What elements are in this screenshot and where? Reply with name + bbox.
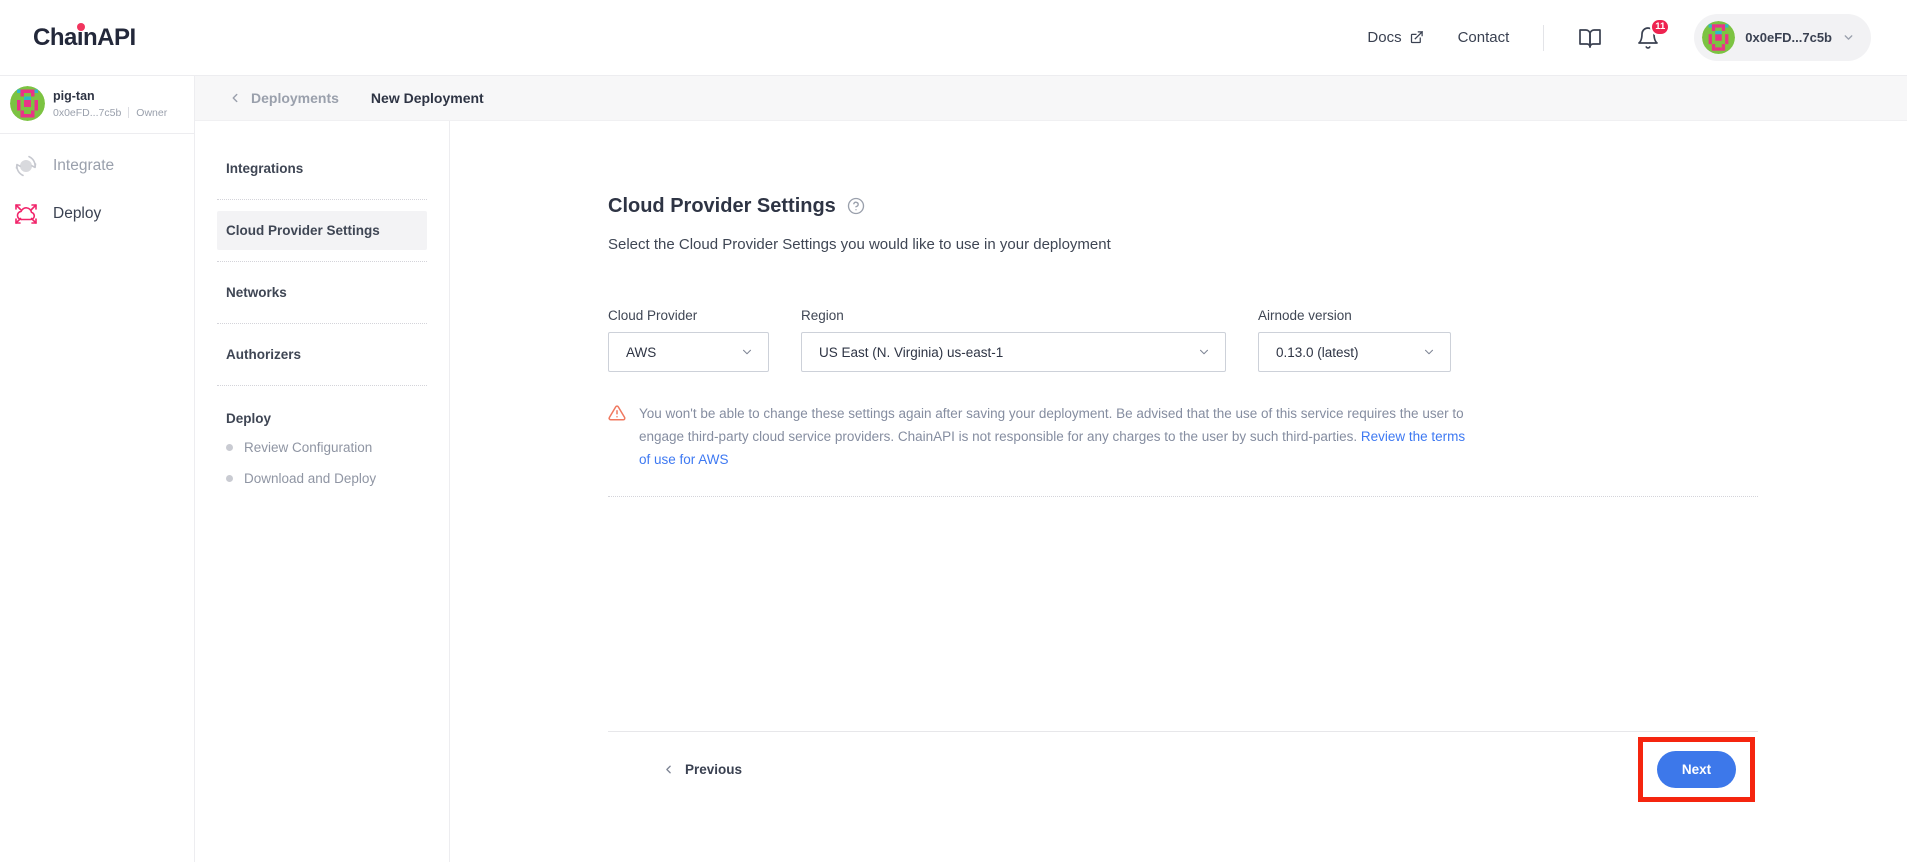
- chainapi-logo[interactable]: ChainAPI: [33, 24, 136, 52]
- airnode-version-field: Airnode version 0.13.0 (latest): [1258, 308, 1451, 372]
- breadcrumb-back-link[interactable]: Deployments: [228, 90, 339, 106]
- workspace-role: Owner: [136, 107, 167, 119]
- content-area: Integrations Cloud Provider Settings Net…: [195, 121, 1907, 862]
- docs-link[interactable]: Docs: [1367, 29, 1423, 46]
- breadcrumb-back-label: Deployments: [251, 90, 339, 106]
- step-sub-label: Download and Deploy: [244, 471, 376, 486]
- account-avatar: [1702, 21, 1735, 54]
- step-download-and-deploy[interactable]: Download and Deploy: [217, 463, 427, 494]
- subline-divider: [128, 107, 129, 118]
- step-separator: [217, 385, 427, 386]
- content-spacer: [608, 497, 1758, 731]
- step-networks[interactable]: Networks: [217, 273, 427, 312]
- step-separator: [217, 199, 427, 200]
- docs-label: Docs: [1367, 29, 1401, 46]
- workspace-wallet-address: 0x0eFD...7c5b: [53, 107, 121, 119]
- next-button[interactable]: Next: [1657, 751, 1736, 788]
- deployment-step-nav: Integrations Cloud Provider Settings Net…: [195, 121, 450, 862]
- step-review-configuration[interactable]: Review Configuration: [217, 432, 427, 463]
- chevron-left-icon: [662, 763, 675, 776]
- right-column: Deployments New Deployment Integrations …: [195, 76, 1907, 862]
- airnode-version-select[interactable]: 0.13.0 (latest): [1258, 332, 1451, 372]
- app-frame: pig-tan 0x0eFD...7c5b Owner: [0, 76, 1907, 862]
- step-separator: [217, 323, 427, 324]
- step-separator: [217, 261, 427, 262]
- chevron-down-icon: [1842, 31, 1855, 44]
- cloud-provider-select[interactable]: AWS: [608, 332, 769, 372]
- step-integrations[interactable]: Integrations: [217, 149, 427, 188]
- alert-triangle-icon: [608, 402, 626, 471]
- breadcrumb: Deployments New Deployment: [195, 76, 1907, 121]
- region-label: Region: [801, 308, 1226, 323]
- chevron-down-icon: [740, 345, 754, 359]
- cloud-provider-label: Cloud Provider: [608, 308, 769, 323]
- bullet-icon: [226, 475, 233, 482]
- chevron-down-icon: [1422, 345, 1436, 359]
- previous-label: Previous: [685, 762, 742, 777]
- step-authorizers[interactable]: Authorizers: [217, 335, 427, 374]
- cloud-provider-value: AWS: [626, 345, 656, 360]
- section-title: Cloud Provider Settings: [608, 195, 836, 218]
- step-section-deploy: Deploy: [217, 397, 427, 432]
- notification-badge: 11: [1650, 18, 1670, 36]
- deploy-cloud-icon: [12, 200, 40, 228]
- contact-link[interactable]: Contact: [1458, 29, 1510, 46]
- contact-label: Contact: [1458, 29, 1510, 46]
- region-field: Region US East (N. Virginia) us-east-1: [801, 308, 1226, 372]
- sidebar-item-integrate[interactable]: Integrate: [0, 142, 194, 190]
- logo-dot: [77, 23, 85, 31]
- cloud-provider-field: Cloud Provider AWS: [608, 308, 769, 372]
- integrate-sync-icon: [12, 152, 40, 180]
- workspace-meta: pig-tan 0x0eFD...7c5b Owner: [53, 86, 167, 121]
- account-menu[interactable]: 0x0eFD...7c5b: [1694, 14, 1871, 61]
- sidebar-item-deploy[interactable]: Deploy: [0, 190, 194, 238]
- cloud-settings-warning: You won't be able to change these settin…: [608, 402, 1758, 471]
- help-circle-icon[interactable]: [847, 197, 865, 215]
- workspace-avatar: [10, 86, 45, 121]
- chevron-left-icon: [228, 91, 242, 105]
- annotation-highlight-box: Next: [1638, 737, 1755, 802]
- airnode-version-value: 0.13.0 (latest): [1276, 345, 1359, 360]
- region-select[interactable]: US East (N. Virginia) us-east-1: [801, 332, 1226, 372]
- wallet-address: 0x0eFD...7c5b: [1745, 30, 1832, 45]
- workspace-name: pig-tan: [53, 89, 167, 103]
- region-value: US East (N. Virginia) us-east-1: [819, 345, 1003, 360]
- docs-book-button[interactable]: [1578, 26, 1602, 50]
- chevron-down-icon: [1197, 345, 1211, 359]
- external-link-icon: [1409, 30, 1424, 45]
- section-subtitle: Select the Cloud Provider Settings you w…: [608, 236, 1758, 258]
- header-divider: [1543, 25, 1544, 51]
- wizard-footer: Previous Next: [608, 731, 1758, 802]
- step-sub-label: Review Configuration: [244, 440, 372, 455]
- bullet-icon: [226, 444, 233, 451]
- notifications-button[interactable]: 11: [1636, 26, 1660, 50]
- cloud-settings-form: Cloud Provider AWS Region US E: [608, 308, 1758, 372]
- warning-text: You won't be able to change these settin…: [639, 402, 1469, 471]
- main-panel: Cloud Provider Settings Select the Cloud…: [450, 121, 1907, 862]
- sidebar-item-label: Deploy: [53, 205, 101, 223]
- top-header: ChainAPI Docs Contact: [0, 0, 1907, 76]
- step-cloud-provider-settings[interactable]: Cloud Provider Settings: [217, 211, 427, 250]
- workspace-sidebar: pig-tan 0x0eFD...7c5b Owner: [0, 76, 195, 862]
- airnode-version-label: Airnode version: [1258, 308, 1451, 323]
- page-title: New Deployment: [371, 90, 484, 106]
- book-icon: [1578, 26, 1602, 50]
- previous-button[interactable]: Previous: [662, 762, 742, 777]
- header-nav: Docs Contact: [1367, 14, 1871, 61]
- workspace-subline: 0x0eFD...7c5b Owner: [53, 107, 167, 119]
- workspace-card[interactable]: pig-tan 0x0eFD...7c5b Owner: [0, 76, 194, 134]
- sidebar-item-label: Integrate: [53, 157, 114, 175]
